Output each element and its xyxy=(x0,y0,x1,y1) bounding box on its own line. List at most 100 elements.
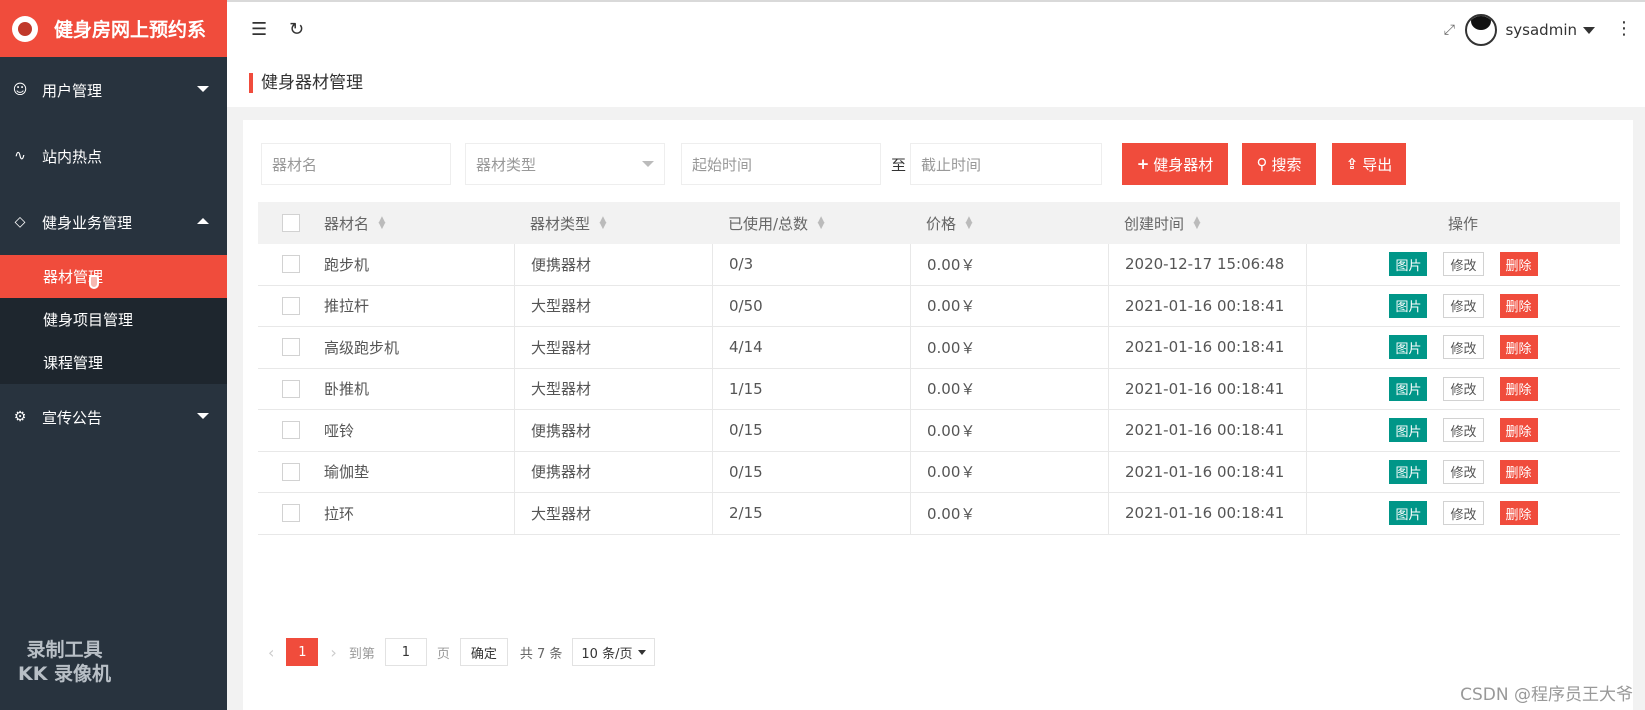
row-checkbox-cell xyxy=(258,286,324,327)
app-logo[interactable]: 健身房网上预约系 xyxy=(0,0,227,57)
row-checkbox-cell xyxy=(258,327,324,368)
image-button[interactable]: 图片 xyxy=(1389,418,1428,443)
delete-button[interactable]: 删除 xyxy=(1499,501,1538,526)
content-card: 器材名 器材类型 起始时间 至 截止时间 + 健身器材 ⚲ 搜索 ⇪ 导出 器材… xyxy=(243,120,1633,710)
page-unit-label: 页 xyxy=(436,646,450,662)
sidebar-item[interactable]: ☺ 用户管理 xyxy=(0,57,227,123)
cell-type: 便携器材 xyxy=(514,410,712,451)
sidebar-item[interactable]: ∿ 站内热点 xyxy=(0,123,227,189)
page-size-select[interactable]: 10 条/页 xyxy=(572,638,656,666)
prev-page-icon[interactable]: ‹ xyxy=(268,643,274,662)
delete-button[interactable]: 删除 xyxy=(1499,376,1538,401)
row-checkbox[interactable] xyxy=(282,504,300,523)
cell-created: 2021-01-16 00:18:41 xyxy=(1108,285,1306,326)
cell-type: 大型器材 xyxy=(514,493,712,534)
sort-icon[interactable]: ▲ ▼ xyxy=(598,216,608,231)
cell-price: 0.00￥ xyxy=(910,327,1108,368)
row-checkbox[interactable] xyxy=(282,338,300,357)
sidebar-item[interactable]: ◇ 健身业务管理 xyxy=(0,189,227,255)
delete-button[interactable]: 删除 xyxy=(1499,252,1538,277)
fullscreen-icon[interactable]: ⤢ xyxy=(1444,22,1455,38)
row-actions: 图片 修改 删除 xyxy=(1306,451,1620,492)
equipment-name-input[interactable]: 器材名 xyxy=(261,143,451,185)
chevron-down-icon xyxy=(1583,26,1595,34)
delete-button[interactable]: 删除 xyxy=(1499,418,1538,443)
submenu-item-label: 健身项目管理 xyxy=(43,311,134,329)
image-button[interactable]: 图片 xyxy=(1389,376,1428,401)
start-time-input[interactable]: 起始时间 xyxy=(681,143,881,185)
image-button[interactable]: 图片 xyxy=(1389,252,1428,277)
submenu-item[interactable]: 健身项目管理 xyxy=(0,298,227,341)
cell-usage: 4/14 xyxy=(712,327,910,368)
edit-button[interactable]: 修改 xyxy=(1443,293,1484,318)
edit-button[interactable]: 修改 xyxy=(1443,376,1484,401)
sidebar-item[interactable]: ⚙ 宣传公告 xyxy=(0,384,227,450)
cell-usage: 0/15 xyxy=(712,410,910,451)
diamond-icon: ◇ xyxy=(14,214,26,230)
header-created[interactable]: 创建时间 ▲ ▼ xyxy=(1108,202,1306,244)
row-actions: 图片 修改 删除 xyxy=(1306,285,1620,326)
goto-confirm-button[interactable]: 确定 xyxy=(459,638,508,666)
cell-name: 高级跑步机 xyxy=(324,338,400,357)
sidebar-item-label: 宣传公告 xyxy=(42,408,103,427)
delete-button[interactable]: 删除 xyxy=(1499,293,1538,318)
menu-collapse-icon[interactable]: ☰ xyxy=(251,19,267,40)
row-actions: 图片 修改 删除 xyxy=(1306,410,1620,451)
equipment-table: 器材名 ▲ ▼ 器材类型 ▲ ▼ 已使用/总数 ▲ ▼ 价格 ▲ ▼ 创建时间 ▲ ▼ 操作 跑步机… xyxy=(258,202,1620,535)
delete-button[interactable]: 删除 xyxy=(1499,335,1538,360)
edit-button[interactable]: 修改 xyxy=(1443,335,1484,360)
delete-button[interactable]: 删除 xyxy=(1499,459,1538,484)
page-size-label: 10 条/页 xyxy=(581,646,633,662)
equipment-type-select[interactable]: 器材类型 xyxy=(465,143,665,185)
sort-icon[interactable]: ▲ ▼ xyxy=(377,216,387,231)
next-page-icon[interactable]: › xyxy=(330,643,336,662)
row-checkbox-cell xyxy=(258,493,324,534)
image-button[interactable]: 图片 xyxy=(1389,335,1428,360)
cell-name: 瑜伽垫 xyxy=(324,463,370,482)
row-checkbox[interactable] xyxy=(282,255,300,274)
header-price[interactable]: 价格 ▲ ▼ xyxy=(910,202,1108,244)
header-usage[interactable]: 已使用/总数 ▲ ▼ xyxy=(712,202,910,244)
edit-button[interactable]: 修改 xyxy=(1443,252,1484,277)
edit-button[interactable]: 修改 xyxy=(1443,501,1484,526)
cell-usage: 0/3 xyxy=(712,244,910,285)
cell-created: 2021-01-16 00:18:41 xyxy=(1108,327,1306,368)
sidebar-item-label: 用户管理 xyxy=(42,81,103,100)
submenu-item[interactable]: 器材管理 xyxy=(0,255,227,298)
header-type[interactable]: 器材类型 ▲ ▼ xyxy=(514,202,712,244)
image-button[interactable]: 图片 xyxy=(1389,501,1428,526)
edit-button[interactable]: 修改 xyxy=(1443,459,1484,484)
row-checkbox[interactable] xyxy=(282,379,300,398)
refresh-icon[interactable]: ↻ xyxy=(289,19,304,40)
pulse-icon: ∿ xyxy=(14,148,26,164)
submenu-item[interactable]: 课程管理 xyxy=(0,341,227,384)
search-button[interactable]: ⚲ 搜索 xyxy=(1242,143,1317,185)
page-1-button[interactable]: 1 xyxy=(286,638,319,666)
avatar xyxy=(1465,14,1498,46)
add-equipment-label: 健身器材 xyxy=(1153,155,1214,174)
image-button[interactable]: 图片 xyxy=(1389,459,1428,484)
end-time-input[interactable]: 截止时间 xyxy=(910,143,1103,185)
user-menu[interactable]: sysadmin xyxy=(1465,14,1595,46)
row-checkbox[interactable] xyxy=(282,296,300,315)
export-button[interactable]: ⇪ 导出 xyxy=(1332,143,1407,185)
cell-created: 2020-12-17 15:06:48 xyxy=(1108,244,1306,285)
sort-icon[interactable]: ▲ ▼ xyxy=(816,216,826,231)
cell-type: 便携器材 xyxy=(514,451,712,492)
row-checkbox[interactable] xyxy=(282,421,300,440)
smile-icon: ☺ xyxy=(12,82,28,98)
row-actions: 图片 修改 删除 xyxy=(1306,327,1620,368)
cell-name: 拉环 xyxy=(324,504,355,523)
add-equipment-button[interactable]: + 健身器材 xyxy=(1122,143,1229,185)
more-vertical-icon[interactable]: ⋮ xyxy=(1615,18,1633,39)
row-checkbox[interactable] xyxy=(282,462,300,481)
goto-page-input[interactable]: 1 xyxy=(384,638,427,666)
end-time-placeholder: 截止时间 xyxy=(921,155,982,174)
sort-icon[interactable]: ▲ ▼ xyxy=(1192,216,1202,231)
edit-button[interactable]: 修改 xyxy=(1443,418,1484,443)
sort-icon[interactable]: ▲ ▼ xyxy=(964,216,974,231)
header-name[interactable]: 器材名 ▲ ▼ xyxy=(324,202,514,244)
image-button[interactable]: 图片 xyxy=(1389,293,1428,318)
select-all-checkbox[interactable] xyxy=(282,214,300,232)
logo-icon xyxy=(12,15,38,42)
